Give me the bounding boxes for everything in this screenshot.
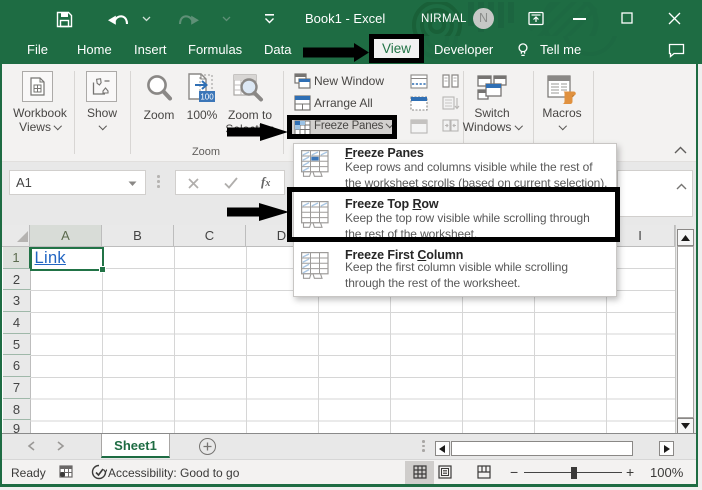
svg-text:100: 100 — [200, 93, 214, 102]
